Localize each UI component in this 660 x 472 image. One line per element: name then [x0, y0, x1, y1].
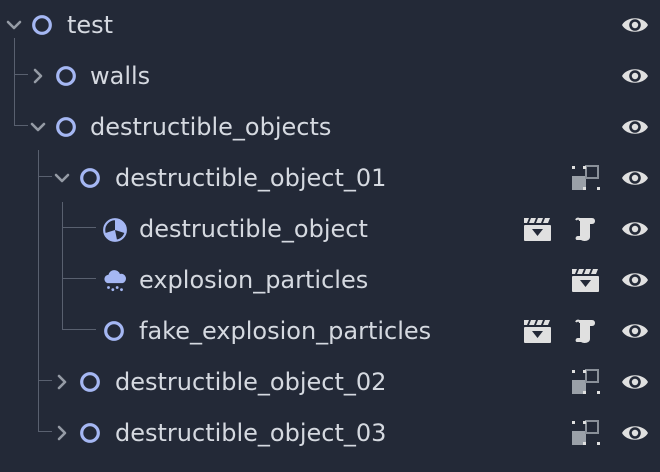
visibility-eye-icon[interactable] [620, 164, 650, 192]
chevron-down-icon[interactable] [4, 15, 24, 35]
visibility-eye-icon[interactable] [620, 11, 650, 39]
tree-row[interactable]: destructible_object_03 [0, 408, 660, 458]
tree-row[interactable]: destructible_object_02 [0, 357, 660, 407]
node-circle-icon [54, 115, 78, 139]
tree-row[interactable]: destructible_object [0, 204, 660, 254]
chevron-down-icon[interactable] [28, 117, 48, 137]
tree-row[interactable]: destructible_object_01 [0, 153, 660, 203]
node-circle-icon [78, 421, 102, 445]
script-scroll-icon[interactable] [570, 215, 600, 243]
tree-row[interactable]: destructible_objects [0, 102, 660, 152]
node-label[interactable]: destructible_object [139, 204, 368, 254]
chevron-right-icon[interactable] [52, 372, 72, 392]
visibility-eye-icon[interactable] [620, 266, 650, 294]
visibility-eye-icon[interactable] [620, 317, 650, 345]
node-label[interactable]: test [67, 0, 113, 50]
particles-cloud-icon [102, 268, 127, 292]
chevron-down-icon[interactable] [52, 168, 72, 188]
node-circle-icon [78, 370, 102, 394]
editable-children-icon[interactable] [570, 368, 600, 396]
tree-row[interactable]: walls [0, 51, 660, 101]
script-scroll-icon[interactable] [570, 317, 600, 345]
open-in-editor-clapper-icon[interactable] [522, 317, 552, 345]
node-circle-icon [30, 13, 54, 37]
visibility-eye-icon[interactable] [620, 113, 650, 141]
node-label[interactable]: destructible_object_03 [115, 408, 386, 458]
chevron-right-icon[interactable] [52, 423, 72, 443]
node-circle-icon [102, 319, 126, 343]
visibility-eye-icon[interactable] [620, 215, 650, 243]
node-label[interactable]: destructible_object_02 [115, 357, 386, 407]
open-in-editor-clapper-icon[interactable] [570, 266, 600, 294]
node-label[interactable]: destructible_objects [90, 102, 331, 152]
visibility-eye-icon[interactable] [620, 62, 650, 90]
visibility-eye-icon[interactable] [620, 368, 650, 396]
node-circle-icon [54, 64, 78, 88]
tree-row[interactable]: explosion_particles [0, 255, 660, 305]
tree-row[interactable]: fake_explosion_particles [0, 306, 660, 356]
node-label[interactable]: destructible_object_01 [115, 153, 386, 203]
node-label[interactable]: explosion_particles [139, 255, 368, 305]
chevron-right-icon[interactable] [28, 66, 48, 86]
open-in-editor-clapper-icon[interactable] [522, 215, 552, 243]
rigid-body-ball-icon [102, 217, 127, 242]
node-label[interactable]: walls [90, 51, 150, 101]
visibility-eye-icon[interactable] [620, 419, 650, 447]
node-label[interactable]: fake_explosion_particles [139, 306, 431, 356]
editable-children-icon[interactable] [570, 419, 600, 447]
tree-row[interactable]: test [0, 0, 660, 50]
editable-children-icon[interactable] [570, 164, 600, 192]
scene-tree: test walls destructible_objects destructibl… [0, 0, 660, 472]
node-circle-icon [78, 166, 102, 190]
